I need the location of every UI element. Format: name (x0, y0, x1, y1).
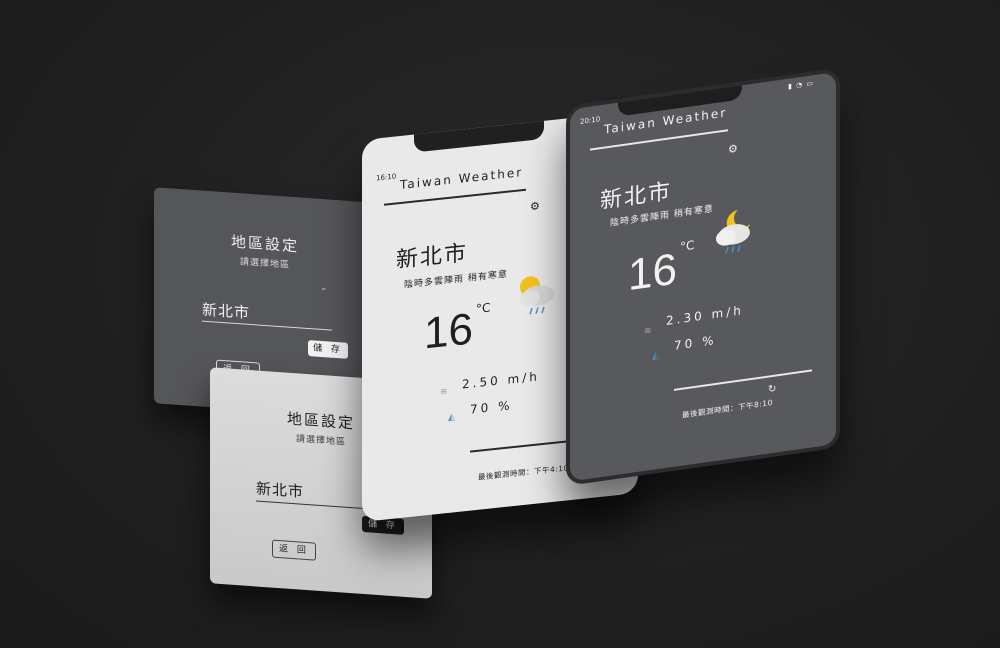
save-button[interactable]: 儲 存 (308, 340, 348, 359)
wind-speed: 2.30 m/h (666, 303, 744, 328)
last-observed: 最後觀測時間：下午8:10 (682, 397, 773, 420)
gear-icon[interactable]: ⚙ (530, 199, 540, 213)
city-select[interactable]: 新北市 (202, 299, 250, 323)
wind-speed: 2.50 m/h (462, 369, 540, 392)
status-icons: ▮ ◔ ▭ (788, 79, 815, 91)
humidity-icon: ◭ (652, 350, 659, 362)
back-button[interactable]: 返 回 (272, 539, 316, 561)
temperature-unit: °C (476, 300, 491, 317)
select-underline (202, 320, 332, 331)
city-select[interactable]: 新北市 (256, 477, 304, 501)
chevron-down-icon[interactable]: ⌄ (320, 283, 328, 294)
humidity-value: 70 % (674, 332, 717, 353)
humidity-value: 70 % (470, 398, 513, 417)
wind-icon: ≋ (440, 387, 448, 398)
status-time: 20:10 (580, 115, 601, 127)
humidity-icon: ◭ (448, 412, 455, 423)
phone-dark: 20:10 ▮ ◔ ▭ Taiwan Weather ⚙ 新北市 陰時多雲陣雨 … (566, 67, 840, 486)
sun-cloud-rain-icon (520, 276, 554, 315)
gear-icon[interactable]: ⚙ (728, 142, 738, 156)
status-time: 16:10 (376, 172, 397, 183)
temperature: 16 (424, 304, 473, 359)
temperature-unit: °C (680, 237, 695, 254)
footer-divider (674, 369, 812, 391)
refresh-icon[interactable]: ↻ (768, 383, 777, 395)
moon-cloud-rain-icon (716, 209, 750, 254)
phone-notch (414, 114, 544, 153)
temperature: 16 (628, 244, 677, 301)
city-name: 新北市 (396, 240, 469, 274)
app-title: Taiwan Weather (400, 165, 524, 193)
wind-icon: ≋ (644, 325, 652, 338)
last-observed: 最後觀測時間：下午4:10 (478, 463, 569, 482)
